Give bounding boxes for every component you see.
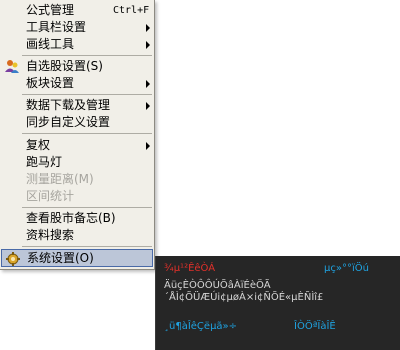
menu-item-label: 跑马灯 — [26, 155, 63, 169]
menu-item-label: 自选股设置(S) — [26, 59, 103, 73]
menu-item-marquee[interactable]: 跑马灯 — [0, 154, 154, 171]
shortcut-label: Ctrl+F — [113, 5, 150, 16]
menu-item-label: 系统设置(O) — [27, 251, 94, 265]
menu-item-data-download[interactable]: 数据下载及管理 — [0, 97, 154, 114]
menu-item-system-settings[interactable]: 系统设置(O) — [1, 249, 153, 267]
panel-faq-link[interactable]: ÎÒÖªÏàÎÊ — [294, 321, 336, 332]
menu-item-label: 复权 — [26, 138, 51, 152]
menu-item-label: 资料搜索 — [26, 228, 75, 242]
menu-separator — [22, 133, 152, 134]
menu-item-range-statistics: 区间统计 — [0, 188, 154, 205]
menu-item-label: 工具栏设置 — [26, 20, 87, 34]
menu-item-label: 公式管理 — [26, 3, 75, 17]
menu-item-formula-manage[interactable]: 公式管理 Ctrl+F — [0, 2, 154, 19]
menu-item-label: 画线工具 — [26, 37, 75, 51]
menu-item-rights-adjust[interactable]: 复权 — [0, 137, 154, 154]
menu-item-label: 查看股市备忘(B) — [26, 211, 116, 225]
menu-separator — [22, 94, 152, 95]
panel-description: ÄüçÈÒÔÔÚÕâÀïÉèÖÃ´ÅÌ¢ÕÜÆÚi¢µøÀ×i¢ÑÕÉ«µÈÑÌ… — [164, 280, 324, 303]
submenu-arrow-icon — [146, 142, 150, 150]
menu-separator — [22, 207, 152, 208]
menu-item-toolbar-settings[interactable]: 工具栏设置 — [0, 19, 154, 36]
menu-item-label: 板块设置 — [26, 76, 75, 90]
settings-gear-icon — [6, 252, 20, 266]
user-group-icon — [5, 60, 19, 73]
submenu-arrow-icon — [146, 102, 150, 110]
menu-item-label: 区间统计 — [26, 189, 75, 203]
menu-item-sector-settings[interactable]: 板块设置 — [0, 75, 154, 92]
submenu-arrow-icon — [146, 41, 150, 49]
panel-title: ¾µ¹²ÊêÒÁ — [164, 263, 216, 274]
menu-item-watchlist-settings[interactable]: 自选股设置(S) — [0, 58, 154, 75]
panel-phone-help-link[interactable]: µç»°°ïÖú — [324, 263, 369, 274]
context-menu: 公式管理 Ctrl+F 工具栏设置 画线工具 自选股设置(S) 板块设置 数据下… — [0, 0, 155, 270]
menu-item-drawing-tools[interactable]: 画线工具 — [0, 36, 154, 53]
help-tooltip-panel: ¾µ¹²ÊêÒÁ µç»°°ïÖú ÄüçÈÒÔÔÚÕâÀïÉèÖÃ´ÅÌ¢ÕÜ… — [155, 256, 400, 350]
panel-more-link[interactable]: ¸ü¶àÎêÇëµã»÷ — [164, 321, 237, 332]
menu-separator — [22, 246, 152, 247]
menu-separator — [22, 55, 152, 56]
menu-item-stock-memo[interactable]: 查看股市备忘(B) — [0, 210, 154, 227]
menu-item-label: 数据下载及管理 — [26, 98, 111, 112]
submenu-arrow-icon — [146, 80, 150, 88]
submenu-arrow-icon — [146, 24, 150, 32]
menu-item-sync-custom-settings[interactable]: 同步自定义设置 — [0, 114, 154, 131]
menu-item-label: 同步自定义设置 — [26, 115, 111, 129]
menu-item-info-search[interactable]: 资料搜索 — [0, 227, 154, 244]
menu-item-label: 测量距离(M) — [26, 172, 94, 186]
menu-item-measure-distance: 测量距离(M) — [0, 171, 154, 188]
